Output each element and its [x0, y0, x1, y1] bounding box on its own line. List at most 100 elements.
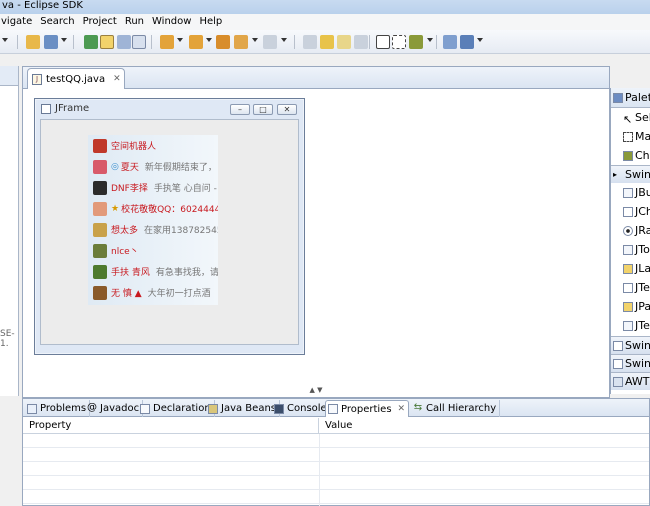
forward-icon[interactable]	[263, 35, 277, 49]
palette-category-swing-menus[interactable]: Swing	[611, 354, 650, 372]
properties-table[interactable]: Property Value	[23, 418, 649, 506]
palette-item-jbutton[interactable]: JBu	[611, 183, 650, 202]
list-item[interactable]: DNF李择 手执笔 心自问 -	[88, 177, 218, 198]
palette-item-jlabel[interactable]: JLa	[611, 259, 650, 278]
minimize-icon[interactable]: –	[230, 104, 250, 115]
design-canvas[interactable]: JFrame – □ ✕ 空间机器人 ◎ 夏天 新年假期结束了， DNF李择 手执笔 心自…	[23, 89, 609, 387]
editor-area: J testQQ.java ✕ JFrame – □ ✕ 空间机器人 ◎ 夏天 新年假…	[22, 66, 610, 398]
toolbar-separator	[73, 35, 74, 49]
drawer-closed-icon	[613, 358, 623, 369]
table-row	[23, 462, 649, 476]
chevron-down-icon[interactable]	[427, 38, 433, 42]
palette-item-jtextfield[interactable]: JTe	[611, 278, 650, 297]
avatar	[93, 264, 107, 279]
palette-category-awt[interactable]: AWT	[611, 372, 650, 390]
palette-tool-marquee[interactable]: Marq	[611, 127, 650, 146]
list-item[interactable]: 空间机器人	[88, 135, 218, 156]
jlabel-icon	[623, 263, 633, 274]
toolbar-separator	[369, 35, 370, 49]
cut-icon[interactable]	[303, 35, 317, 49]
close-icon[interactable]: ✕	[277, 104, 297, 115]
drawer-open-icon: ▸	[613, 169, 618, 179]
chevron-down-icon[interactable]	[61, 38, 67, 42]
previous-annotation-icon[interactable]	[189, 35, 203, 49]
show-whitespace-icon[interactable]	[132, 35, 146, 49]
tab-declaration[interactable]: Declaration	[138, 400, 215, 417]
wand-icon[interactable]	[44, 35, 58, 49]
test-preview-icon[interactable]	[443, 35, 457, 49]
avatar	[93, 222, 107, 237]
selection-arrow-icon[interactable]	[376, 35, 390, 49]
maximize-icon[interactable]: □	[253, 104, 273, 115]
tab-properties[interactable]: Properties ✕	[325, 400, 410, 417]
left-view-header	[0, 66, 18, 86]
friend-name: 无 慎 ▲	[111, 289, 142, 299]
column-property[interactable]: Property	[23, 418, 319, 433]
menu-project[interactable]: Project	[80, 14, 120, 30]
marquee-icon[interactable]	[392, 35, 406, 49]
menu-bar: vigate Search Project Run Window Help	[0, 14, 650, 30]
list-item[interactable]: 无 慎 ▲ 大年初一打点酒	[88, 282, 218, 303]
jframe-content-pane[interactable]: 空间机器人 ◎ 夏天 新年假期结束了， DNF李择 手执笔 心自问 - ★ 校花敬敬QQ：60…	[40, 119, 299, 345]
chevron-down-icon[interactable]	[477, 38, 483, 42]
block-selection-icon[interactable]	[117, 35, 131, 49]
tab-java-beans[interactable]: Java Beans	[206, 400, 280, 417]
list-item[interactable]: ◎ 夏天 新年假期结束了，	[88, 156, 218, 177]
menu-help[interactable]: Help	[196, 14, 225, 30]
back-icon[interactable]	[234, 35, 248, 49]
menu-window[interactable]: Window	[149, 14, 194, 30]
menu-search[interactable]: Search	[37, 14, 77, 30]
marquee-icon	[623, 131, 633, 142]
chevron-down-icon[interactable]	[281, 38, 287, 42]
qq-friend-list[interactable]: 空间机器人 ◎ 夏天 新年假期结束了， DNF李择 手执笔 心自问 - ★ 校花敬敬QQ：60…	[88, 135, 218, 305]
delete-icon[interactable]	[354, 35, 368, 49]
sash-handle[interactable]: ▲ ▼	[22, 386, 610, 394]
palette-header[interactable]: Palette	[611, 88, 650, 108]
table-row	[23, 476, 649, 490]
tab-call-hierarchy[interactable]: ⇆ Call Hierarchy	[411, 400, 501, 417]
friend-signature: 有急事找我，请	[155, 268, 218, 278]
main-toolbar	[0, 30, 650, 54]
chevron-down-icon[interactable]	[252, 38, 258, 42]
undo-icon[interactable]	[320, 35, 334, 49]
layout-icon[interactable]	[460, 35, 474, 49]
list-item[interactable]: 手扶 青风 有急事找我，请	[88, 261, 218, 282]
friend-signature: 在家用1387825450	[144, 226, 218, 236]
list-item[interactable]: ★校花敬敬QQ：602444407	[88, 198, 218, 219]
menu-run[interactable]: Run	[122, 14, 147, 30]
palette-tool-choose-bean[interactable]: Choo	[611, 146, 650, 165]
pin-icon[interactable]	[84, 35, 98, 49]
menu-navigate[interactable]: vigate	[0, 14, 35, 30]
open-folder-icon[interactable]	[26, 35, 40, 49]
left-view-stub: SE-1.	[0, 66, 19, 396]
palette-item-jcheckbox[interactable]: JCh	[611, 202, 650, 221]
palette-category-swing-components[interactable]: ▸ Swing	[611, 165, 650, 183]
chevron-down-icon[interactable]	[206, 38, 212, 42]
mark-occurrences-icon[interactable]	[100, 35, 114, 49]
jtogglebutton-icon	[623, 244, 633, 255]
tab-console[interactable]: Console	[272, 400, 331, 417]
palette-tool-selection[interactable]: ↖ Sele	[611, 108, 650, 127]
palette-item-jtextarea[interactable]: JTe	[611, 316, 650, 335]
palette-item-jpasswordfield[interactable]: JPa	[611, 297, 650, 316]
chevron-down-icon[interactable]	[177, 38, 183, 42]
next-annotation-icon[interactable]	[160, 35, 174, 49]
tab-javadoc[interactable]: @ Javadoc	[85, 400, 144, 417]
palette-item-jtogglebutton[interactable]: JTo	[611, 240, 650, 259]
close-icon[interactable]: ✕	[398, 404, 406, 414]
tab-problems[interactable]: Problems	[25, 400, 91, 417]
palette-item-jradiobutton[interactable]: JRa	[611, 221, 650, 240]
column-value[interactable]: Value	[319, 418, 352, 433]
table-row	[23, 434, 649, 448]
palette-category-swing-containers[interactable]: Swing	[611, 336, 650, 354]
chevron-down-icon[interactable]	[2, 38, 8, 42]
editor-tab-testqq[interactable]: J testQQ.java ✕	[27, 68, 125, 89]
close-icon[interactable]: ✕	[113, 74, 121, 84]
redo-icon[interactable]	[337, 35, 351, 49]
list-item[interactable]: nlce丶	[88, 240, 218, 261]
jframe-preview[interactable]: JFrame – □ ✕ 空间机器人 ◎ 夏天 新年假期结束了， DNF李择 手执笔 心自…	[34, 98, 305, 355]
choose-bean-icon[interactable]	[409, 35, 423, 49]
list-item[interactable]: 想太多在家用1387825450	[88, 219, 218, 240]
awt-icon	[613, 376, 623, 387]
last-edit-icon[interactable]	[216, 35, 230, 49]
